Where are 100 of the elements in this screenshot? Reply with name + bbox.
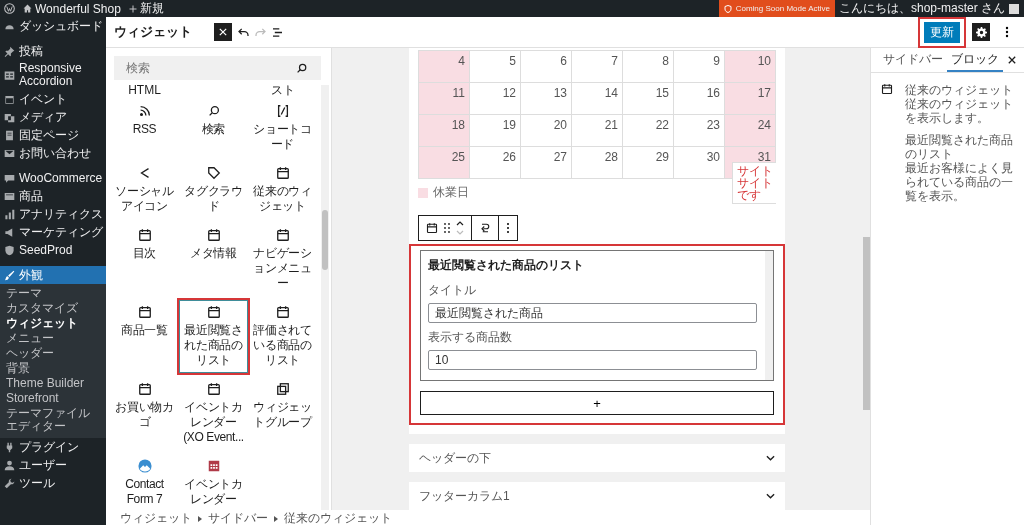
breadcrumb-link[interactable]: 従来のウィジェット xyxy=(284,510,392,525)
block-item[interactable]: イベントカレンダー (XO Event... xyxy=(179,377,248,450)
more-options-icon[interactable] xyxy=(506,222,510,234)
tab[interactable]: サイドバー xyxy=(879,48,947,72)
menu-item[interactable]: イベント xyxy=(0,90,106,108)
avatar[interactable] xyxy=(1009,3,1019,14)
undo-icon[interactable] xyxy=(238,27,249,37)
menu-item[interactable]: WooCommerce xyxy=(0,169,106,187)
block-item[interactable]: ウィジェットグループ xyxy=(248,377,317,450)
calendar-day: 9 xyxy=(673,50,725,83)
block-item[interactable]: 従来のウィジェット xyxy=(248,161,317,219)
list-view-icon[interactable] xyxy=(272,27,283,37)
block-item[interactable]: ショートコード xyxy=(248,99,317,157)
block-item[interactable]: タグクラウド xyxy=(179,161,248,219)
block-item[interactable]: 最近閲覧された商品のリスト xyxy=(179,300,248,373)
menu-item[interactable]: 投稿 xyxy=(0,42,106,60)
close-button[interactable] xyxy=(214,23,232,41)
widget-block[interactable]: 最近閲覧された商品のリスト タイトル 最近閲覧された商品 表示する商品数 10 xyxy=(420,250,774,381)
menu-item[interactable]: ツール xyxy=(0,474,106,492)
scrollbar[interactable] xyxy=(765,251,773,380)
widget-area-panel[interactable]: ヘッダーの下 xyxy=(409,444,785,472)
widget-area-panel[interactable]: フッターカラム1 xyxy=(409,482,785,510)
block-item[interactable]: Contact Form 7 xyxy=(110,454,179,510)
block-item[interactable]: イベントカレンダー xyxy=(179,454,248,510)
breadcrumb-link[interactable]: サイドバー xyxy=(208,510,268,525)
menu-item[interactable]: ダッシュボード xyxy=(0,17,106,35)
rss-icon xyxy=(137,104,152,118)
add-block-button[interactable]: + xyxy=(420,391,774,415)
block-item[interactable]: ナビゲーションメニュー xyxy=(248,223,317,296)
input-field[interactable]: 最近閲覧された商品 xyxy=(428,303,757,323)
block-item[interactable]: 商品一覧 xyxy=(110,300,179,373)
calendar-icon xyxy=(206,228,221,242)
submenu-item[interactable]: ウィジェット xyxy=(0,316,106,331)
breadcrumb-link[interactable]: ウィジェット xyxy=(120,510,192,525)
submenu-item[interactable]: ヘッダー xyxy=(0,346,106,361)
calendar-day: 11 xyxy=(418,82,470,115)
calendar-icon xyxy=(4,93,15,105)
site-name-link[interactable]: Wonderful Shop xyxy=(35,1,121,16)
menu-item[interactable]: プラグイン xyxy=(0,438,106,456)
close-icon[interactable] xyxy=(1008,56,1016,64)
block-name: 従来のウィジェット xyxy=(905,83,1014,97)
home-icon xyxy=(23,4,32,13)
calendar-icon xyxy=(275,228,290,242)
block-item[interactable]: RSS xyxy=(110,99,179,157)
page-icon xyxy=(4,129,15,141)
update-button[interactable]: 更新 xyxy=(924,21,960,43)
submenu-item[interactable]: 背景 xyxy=(0,361,106,376)
greeting-link[interactable]: こんにちは、shop-master さん xyxy=(834,0,1009,17)
block-item[interactable]: メタ情報 xyxy=(179,223,248,296)
drag-handle-icon[interactable] xyxy=(444,223,450,233)
block-item[interactable]: ソーシャルアイコン xyxy=(110,161,179,219)
transform-icon[interactable] xyxy=(479,222,491,234)
settings-button[interactable] xyxy=(972,23,990,41)
block-item[interactable]: 検索 xyxy=(179,99,248,157)
new-link[interactable]: 新規 xyxy=(139,0,164,17)
box-icon xyxy=(4,190,15,202)
submenu-item[interactable]: カスタマイズ xyxy=(0,301,106,316)
submenu-item[interactable]: テーマ xyxy=(0,286,106,301)
calendar-day: 14 xyxy=(571,82,623,115)
calendar-icon xyxy=(137,228,152,242)
search-field[interactable]: 検索 xyxy=(114,56,321,80)
block-item[interactable]: 評価されている商品のリスト xyxy=(248,300,317,373)
input-field[interactable]: 10 xyxy=(428,350,757,370)
calendar-day: 12 xyxy=(469,82,521,115)
menu-item[interactable]: アナリティクス xyxy=(0,205,106,223)
calendar-icon xyxy=(137,305,152,319)
wrench-icon xyxy=(4,477,15,489)
tab[interactable]: ブロック xyxy=(947,48,1003,72)
menu-item[interactable]: マーケティング xyxy=(0,223,106,241)
calendar-day: 17 xyxy=(724,82,776,115)
submenu-item[interactable]: Theme Builder xyxy=(0,376,106,391)
page-title: ウィジェット xyxy=(114,23,192,41)
plug-icon xyxy=(4,441,15,453)
speech-bubble-icon xyxy=(4,172,15,184)
submenu-item[interactable]: Storefront xyxy=(0,391,106,406)
calendar-day: 28 xyxy=(571,146,623,179)
menu-item[interactable]: SeedProd xyxy=(0,241,106,259)
block-item[interactable]: 目次 xyxy=(110,223,179,296)
menu-item[interactable]: 外観 xyxy=(0,266,106,284)
block-item[interactable]: お買い物カゴ xyxy=(110,377,179,450)
block-label: スト xyxy=(269,83,296,97)
search-icon xyxy=(297,63,307,73)
megaphone-icon xyxy=(4,226,15,238)
menu-item[interactable]: Responsive Accordion xyxy=(0,60,106,90)
menu-item[interactable]: メディア xyxy=(0,108,106,126)
menu-item[interactable]: 商品 xyxy=(0,187,106,205)
widget-name: 最近閲覧された商品のリスト xyxy=(905,133,1014,161)
user-icon xyxy=(4,459,15,471)
calendar-day: 22 xyxy=(622,114,674,147)
wordpress-logo[interactable] xyxy=(4,3,15,14)
field-label: タイトル xyxy=(428,282,477,299)
coming-soon-badge[interactable]: Coming Soon Mode Active xyxy=(718,0,835,17)
menu-item[interactable]: ユーザー xyxy=(0,456,106,474)
menu-item[interactable]: お問い合わせ xyxy=(0,144,106,162)
scrollbar[interactable] xyxy=(321,85,329,510)
submenu-item[interactable]: テーマファイルエディター xyxy=(0,406,106,435)
calendar-day: 30 xyxy=(673,146,725,179)
submenu-item[interactable]: メニュー xyxy=(0,331,106,346)
calendar-day: 18 xyxy=(418,114,470,147)
menu-item[interactable]: 固定ページ xyxy=(0,126,106,144)
